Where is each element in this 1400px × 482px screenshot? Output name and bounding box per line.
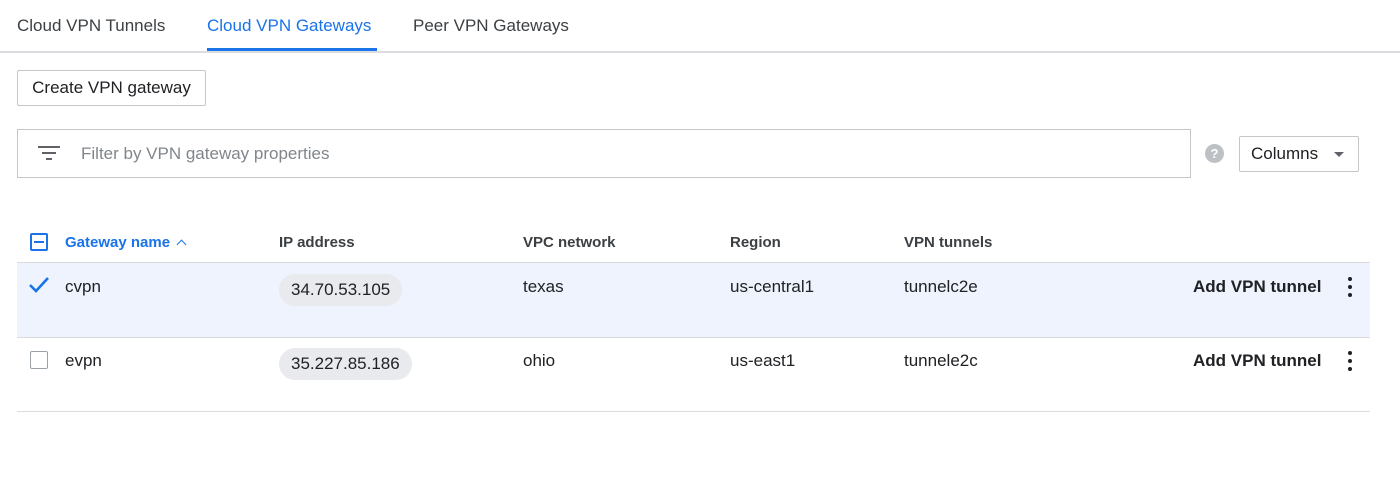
add-vpn-tunnel-button[interactable]: Add VPN tunnel bbox=[1193, 277, 1321, 297]
columns-button[interactable]: Columns bbox=[1239, 136, 1359, 172]
column-header-vpc-network[interactable]: VPC network bbox=[523, 234, 616, 251]
gateway-name: evpn bbox=[65, 351, 102, 370]
tab-peer-vpn-gateways[interactable]: Peer VPN Gateways bbox=[413, 16, 569, 53]
region: us-east1 bbox=[730, 351, 796, 370]
region: us-central1 bbox=[730, 277, 815, 296]
sort-ascending-icon bbox=[176, 239, 187, 250]
column-header-ip-address[interactable]: IP address bbox=[279, 234, 355, 251]
column-header-label: Gateway name bbox=[65, 234, 171, 251]
select-all-checkbox[interactable] bbox=[30, 233, 48, 251]
help-icon[interactable]: ? bbox=[1205, 144, 1224, 163]
ip-address-chip: 35.227.85.186 bbox=[279, 348, 412, 380]
vpc-network: ohio bbox=[523, 351, 556, 370]
vpc-network: texas bbox=[523, 277, 564, 296]
row-checkbox-checked[interactable] bbox=[28, 275, 50, 295]
ip-address-chip: 34.70.53.105 bbox=[279, 274, 403, 306]
more-vert-icon[interactable] bbox=[1345, 350, 1355, 372]
vpn-tunnels: tunnelc2e bbox=[904, 277, 978, 296]
column-header-gateway-name[interactable]: Gateway name bbox=[65, 234, 187, 251]
columns-button-label: Columns bbox=[1251, 144, 1319, 163]
more-vert-icon[interactable] bbox=[1345, 276, 1355, 298]
tab-bar: Cloud VPN Tunnels Cloud VPN Gateways Pee… bbox=[0, 0, 1400, 53]
tab-cloud-vpn-tunnels[interactable]: Cloud VPN Tunnels bbox=[17, 16, 165, 53]
column-header-vpn-tunnels[interactable]: VPN tunnels bbox=[904, 234, 992, 251]
column-header-region[interactable]: Region bbox=[730, 234, 781, 251]
filter-input[interactable] bbox=[81, 142, 1161, 166]
table-row: evpn 35.227.85.186 ohio us-east1 tunnele… bbox=[17, 338, 1370, 412]
add-vpn-tunnel-button[interactable]: Add VPN tunnel bbox=[1193, 351, 1321, 371]
filter-bar bbox=[17, 129, 1191, 178]
active-tab-indicator bbox=[207, 48, 377, 51]
table-row: cvpn 34.70.53.105 texas us-central1 tunn… bbox=[17, 263, 1370, 338]
create-vpn-gateway-button[interactable]: Create VPN gateway bbox=[17, 70, 206, 106]
row-checkbox[interactable] bbox=[30, 351, 48, 369]
filter-icon bbox=[38, 146, 60, 160]
caret-down-icon bbox=[1334, 152, 1344, 157]
gateway-name: cvpn bbox=[65, 277, 101, 296]
table-header: Gateway name IP address VPC network Regi… bbox=[17, 222, 1370, 263]
vpn-tunnels: tunnele2c bbox=[904, 351, 978, 370]
